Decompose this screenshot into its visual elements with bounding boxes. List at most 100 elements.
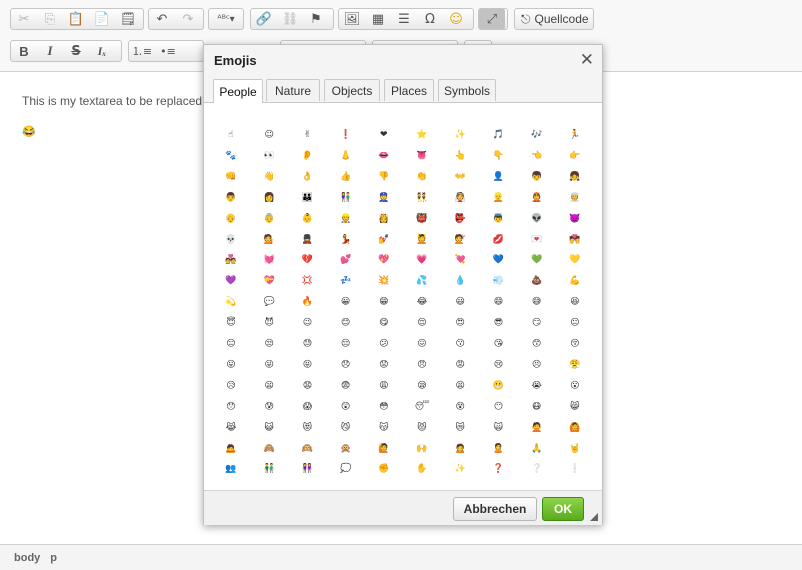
- emoji-item[interactable]: 😟: [365, 355, 403, 375]
- emoji-item[interactable]: 👴: [212, 209, 250, 229]
- copy-icon[interactable]: ⎘: [37, 9, 63, 29]
- emoji-item[interactable]: 💦: [403, 271, 441, 291]
- emoji-item[interactable]: 👶: [288, 209, 326, 229]
- emoji-item[interactable]: 💏: [556, 230, 594, 250]
- bold-icon[interactable]: B: [11, 41, 37, 61]
- emoji-item[interactable]: 👥: [212, 459, 250, 479]
- emoji-item[interactable]: ⭐: [403, 125, 441, 145]
- emoji-item[interactable]: 👩: [250, 188, 288, 208]
- emoji-item[interactable]: 👭: [288, 459, 326, 479]
- maximize-icon[interactable]: ⤢: [479, 9, 505, 29]
- emoji-item[interactable]: 👍: [327, 167, 365, 187]
- emoji-item[interactable]: 💬: [250, 292, 288, 312]
- emoji-item[interactable]: 😧: [288, 376, 326, 396]
- close-icon[interactable]: ✕: [580, 50, 594, 70]
- emoji-item[interactable]: 💭: [327, 459, 365, 479]
- emoji-item[interactable]: 👃: [327, 146, 365, 166]
- cut-icon[interactable]: ✂: [11, 9, 37, 29]
- emoji-item[interactable]: 😮: [556, 376, 594, 396]
- emoji-item[interactable]: ✌: [288, 125, 326, 145]
- emoji-item[interactable]: 🙎: [479, 439, 517, 459]
- emoji-item[interactable]: ☝: [212, 125, 250, 145]
- emoji-item[interactable]: 😒: [250, 334, 288, 354]
- emoji-item[interactable]: 🙀: [479, 418, 517, 438]
- emoji-item[interactable]: 😃: [441, 292, 479, 312]
- emoji-item[interactable]: 💪: [556, 271, 594, 291]
- emoji-item[interactable]: ✨: [441, 125, 479, 145]
- emoji-item[interactable]: 😹: [212, 418, 250, 438]
- emoji-item[interactable]: 👮: [365, 188, 403, 208]
- emoji-item[interactable]: 😱: [288, 397, 326, 417]
- emoji-item[interactable]: 👀: [250, 146, 288, 166]
- emoji-item[interactable]: 😰: [250, 397, 288, 417]
- emoji-item[interactable]: ❓: [479, 459, 517, 479]
- emoji-item[interactable]: 😤: [556, 355, 594, 375]
- anchor-flag-icon[interactable]: ⚑: [303, 9, 329, 29]
- paste-text-icon[interactable]: 📄: [89, 9, 115, 29]
- emoji-item[interactable]: 💌: [518, 230, 556, 250]
- emoji-item[interactable]: 😬: [479, 376, 517, 396]
- emoji-item[interactable]: 😴: [403, 397, 441, 417]
- emoji-item[interactable]: 🏃: [556, 125, 594, 145]
- emoji-item[interactable]: 😪: [403, 376, 441, 396]
- emoji-item[interactable]: 😠: [403, 355, 441, 375]
- emoji-item[interactable]: 😎: [479, 313, 517, 333]
- emoji-item[interactable]: ☺: [250, 125, 288, 145]
- undo-icon[interactable]: ↶: [149, 9, 175, 29]
- paste-word-icon[interactable]: 🗒: [115, 9, 141, 29]
- tab-people[interactable]: People: [213, 79, 263, 103]
- emoji-item[interactable]: 👰: [441, 188, 479, 208]
- emoji-item[interactable]: 😕: [365, 334, 403, 354]
- emoji-item[interactable]: 😝: [288, 355, 326, 375]
- emoji-item[interactable]: 😶: [479, 397, 517, 417]
- emoji-item[interactable]: 😭: [518, 376, 556, 396]
- numbered-list-icon[interactable]: ⒈≡: [129, 41, 155, 61]
- emoji-item[interactable]: 😾: [403, 418, 441, 438]
- emoji-item[interactable]: 👱: [479, 188, 517, 208]
- emoji-item[interactable]: 🙌: [403, 439, 441, 459]
- emoji-item[interactable]: 👫: [327, 188, 365, 208]
- emoji-item[interactable]: ❗: [327, 125, 365, 145]
- emoji-item[interactable]: 😿: [441, 418, 479, 438]
- emoji-item[interactable]: 😗: [441, 334, 479, 354]
- emoji-item[interactable]: 😸: [556, 397, 594, 417]
- emoji-item[interactable]: 💩: [518, 271, 556, 291]
- emoji-item[interactable]: 😻: [288, 418, 326, 438]
- emoji-item[interactable]: 💫: [212, 292, 250, 312]
- bulleted-list-icon[interactable]: •≡: [155, 41, 181, 61]
- emoji-item[interactable]: 💙: [479, 250, 517, 270]
- emoji-item[interactable]: 🔥: [288, 292, 326, 312]
- source-button[interactable]: ⎋ Quellcode: [515, 12, 595, 27]
- ok-button[interactable]: OK: [542, 497, 584, 521]
- paste-icon[interactable]: 📋: [63, 9, 89, 29]
- emoji-item[interactable]: 😆: [556, 292, 594, 312]
- emoji-item[interactable]: 😋: [365, 313, 403, 333]
- emoji-item[interactable]: 💝: [250, 271, 288, 291]
- emoji-item[interactable]: 😍: [441, 313, 479, 333]
- emoji-item[interactable]: 😷: [518, 397, 556, 417]
- emoji-item[interactable]: ✋: [403, 459, 441, 479]
- emoji-item[interactable]: 😘: [479, 334, 517, 354]
- emoji-item[interactable]: 😄: [479, 292, 517, 312]
- emoji-item[interactable]: 😑: [212, 334, 250, 354]
- emoji-item[interactable]: 💘: [441, 250, 479, 270]
- emoji-item[interactable]: 💅: [365, 230, 403, 250]
- emoji-item[interactable]: 👸: [365, 209, 403, 229]
- emoji-item[interactable]: 🙊: [327, 439, 365, 459]
- dialog-header[interactable]: Emojis ✕: [204, 45, 602, 77]
- emoji-item[interactable]: 👄: [365, 146, 403, 166]
- emoji-item[interactable]: 😇: [212, 313, 250, 333]
- emoji-item[interactable]: 😵: [441, 397, 479, 417]
- emoji-item[interactable]: ✨: [441, 459, 479, 479]
- emoji-item[interactable]: 😫: [441, 376, 479, 396]
- emoji-item[interactable]: 👂: [288, 146, 326, 166]
- emoji-item[interactable]: 😳: [365, 397, 403, 417]
- emoji-item[interactable]: 💃: [327, 230, 365, 250]
- emoji-item[interactable]: 😩: [365, 376, 403, 396]
- emoji-item[interactable]: 😂: [403, 292, 441, 312]
- emoji-item[interactable]: 😊: [327, 313, 365, 333]
- emoji-item[interactable]: 👺: [441, 209, 479, 229]
- path-p[interactable]: p: [50, 552, 57, 564]
- emoji-item[interactable]: 🎶: [518, 125, 556, 145]
- emoji-item[interactable]: 👹: [403, 209, 441, 229]
